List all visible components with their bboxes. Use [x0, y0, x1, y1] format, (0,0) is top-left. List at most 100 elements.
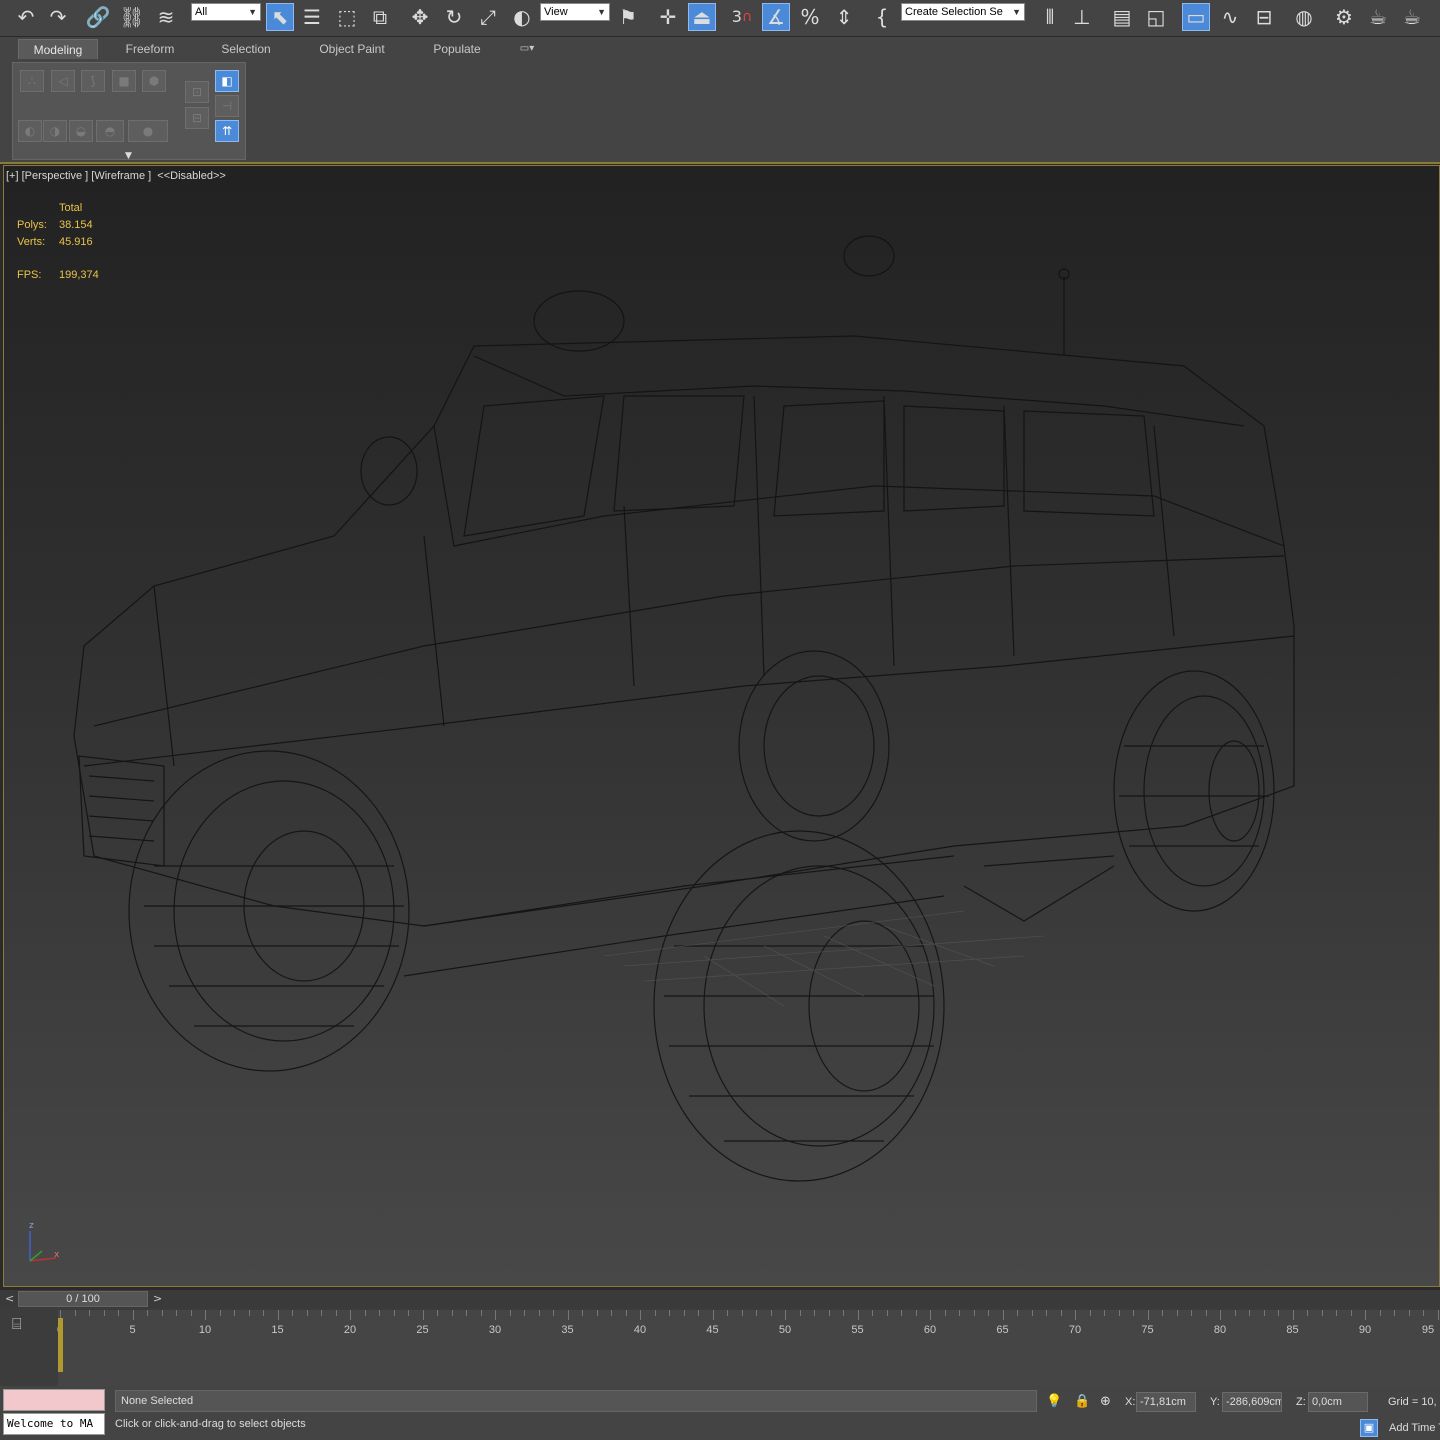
trackbar-tick — [741, 1310, 743, 1316]
detach-icon[interactable]: ◒ — [69, 120, 93, 142]
quickslice-icon[interactable]: ● — [128, 120, 168, 142]
selection-filter-dropdown[interactable]: All ▼ — [191, 3, 261, 21]
element-subobject-icon[interactable]: ⬢ — [142, 70, 166, 92]
curve-editor-icon[interactable]: ∿ — [1216, 3, 1244, 31]
tab-populate[interactable]: Populate — [420, 39, 494, 59]
trackbar-frame-number: 45 — [706, 1324, 719, 1336]
show-end-result-icon[interactable]: ◧ — [215, 70, 239, 92]
toggle-layer-explorer-icon[interactable]: ◱ — [1142, 3, 1170, 31]
percent-snap-toggle-icon[interactable]: % — [796, 3, 824, 31]
ribbon-options-icon[interactable]: ▭▾ — [512, 39, 542, 59]
toggle-scene-explorer-icon[interactable]: ▤ — [1108, 3, 1136, 31]
named-selection-set-dropdown[interactable]: Create Selection Se ▼ — [901, 3, 1025, 21]
border-subobject-icon[interactable]: ⟆ — [81, 70, 105, 92]
trackbar-frame-number: 40 — [633, 1324, 647, 1336]
select-and-place-icon[interactable]: ◐ — [508, 3, 536, 31]
isolate-selection-icon[interactable]: 💡 — [1046, 1394, 1062, 1409]
collapse-stack-icon[interactable]: ⊣ — [215, 95, 239, 117]
material-editor-icon[interactable]: ◍ — [1290, 3, 1318, 31]
vertex-subobject-icon[interactable]: ∴ — [20, 70, 44, 92]
render-setup-icon[interactable]: ⚙ — [1330, 3, 1358, 31]
ribbon-polygon-modeling-panel: ∴ ◁ ⟆ ■ ⬢ ⊡ ◧ ⊣ ⊟ ⇈ ◐ ◑ ◒ ◓ ● ▼ — [12, 62, 246, 161]
panel-expand-chevron-icon[interactable]: ▼ — [125, 151, 132, 161]
unlink-selection-icon[interactable]: ⛓ — [118, 3, 146, 31]
maxscript-welcome-text[interactable]: Welcome to MA — [3, 1413, 105, 1435]
perspective-viewport[interactable]: z x — [3, 165, 1440, 1287]
z-coordinate-field[interactable]: 0,0cm — [1308, 1392, 1368, 1412]
modify-mode-icon[interactable]: ⊡ — [185, 81, 209, 103]
redo-icon[interactable]: ↷ — [44, 3, 72, 31]
y-coordinate-field[interactable]: -286,609cm — [1222, 1392, 1282, 1412]
select-manipulate-icon[interactable]: ✛ — [654, 3, 682, 31]
trackbar-tick — [944, 1310, 946, 1316]
trackbar-tick — [306, 1310, 308, 1316]
rectangular-selection-region-icon[interactable]: ⬚ — [333, 3, 361, 31]
cap-poly-icon[interactable]: ◓ — [96, 120, 124, 142]
trackbar-tick — [263, 1310, 264, 1316]
edit-poly-mode-icon[interactable]: ⊟ — [185, 107, 209, 129]
render-production-icon[interactable]: ☕ — [1398, 3, 1426, 31]
adaptive-degradation-icon[interactable]: ▣ — [1360, 1419, 1378, 1437]
trackbar-tick — [756, 1310, 757, 1316]
time-slider-prev[interactable]: < — [5, 1292, 14, 1305]
tab-selection[interactable]: Selection — [208, 39, 284, 59]
mirror-icon[interactable]: ⫴ — [1036, 3, 1064, 31]
trackbar-tick — [335, 1310, 337, 1316]
trackbar-tick — [596, 1310, 598, 1316]
trackbar-tick — [770, 1310, 772, 1316]
selection-lock-icon[interactable]: 🔒 — [1074, 1394, 1090, 1409]
pivot-point-center-icon[interactable]: ⚑ — [614, 3, 642, 31]
trackbar-tick — [625, 1310, 627, 1316]
maxscript-listener-mini[interactable] — [3, 1389, 105, 1411]
align-icon[interactable]: ⊥ — [1068, 3, 1096, 31]
viewport-label-menu[interactable]: [+] [Perspective ] [Wireframe ] <<Disabl… — [6, 170, 226, 182]
tab-modeling[interactable]: Modeling — [18, 39, 98, 59]
trackbar-tick — [480, 1310, 482, 1316]
select-by-name-icon[interactable]: ☰ — [298, 3, 326, 31]
edit-named-selection-icon[interactable]: { — [868, 3, 896, 31]
trackbar[interactable]: 05101520253035404550556065707580859095 — [57, 1310, 1440, 1386]
trackbar-tick — [1278, 1310, 1279, 1316]
bind-to-space-warp-icon[interactable]: ≋ — [152, 3, 180, 31]
prompt-line: Click or click-and-drag to select object… — [115, 1418, 306, 1430]
curve-editor-toggle-icon[interactable]: ⌸ — [12, 1314, 22, 1334]
schematic-view-icon[interactable]: ⊟ — [1250, 3, 1278, 31]
window-crossing-icon[interactable]: ⧉ — [366, 3, 394, 31]
use-soft-selection-icon[interactable]: ⇈ — [215, 120, 239, 142]
undo-icon[interactable]: ↶ — [12, 3, 40, 31]
snaps-toggle-icon[interactable]: 3 ∩ — [728, 3, 756, 31]
rendered-frame-window-icon[interactable]: ☕ — [1364, 3, 1392, 31]
trackbar-tick — [1147, 1310, 1149, 1320]
trackbar-tick — [1133, 1310, 1134, 1316]
tab-freeform[interactable]: Freeform — [112, 39, 188, 59]
select-and-move-icon[interactable]: ✥ — [406, 3, 434, 31]
axis-x-label: x — [54, 1250, 60, 1260]
spinner-snap-toggle-icon[interactable]: ⇕ — [830, 3, 858, 31]
trackbar-tick — [640, 1310, 641, 1320]
add-time-tag[interactable]: Add Time T — [1389, 1422, 1440, 1434]
select-and-link-icon[interactable]: 🔗 — [84, 3, 112, 31]
toggle-ribbon-icon[interactable]: ▭ — [1182, 3, 1210, 31]
select-object-icon[interactable]: ⬉ — [266, 3, 294, 31]
attach-icon[interactable]: ◑ — [43, 120, 67, 142]
trackbar-frame-number: 95 — [1421, 1324, 1435, 1336]
angle-snap-toggle-icon[interactable]: ∡ — [762, 3, 790, 31]
x-coordinate-field[interactable]: -71,81cm — [1136, 1392, 1196, 1412]
reference-coordinate-value: View — [544, 6, 568, 18]
stats-polys-label: Polys: — [17, 219, 47, 231]
current-frame-marker[interactable] — [58, 1318, 63, 1372]
polygon-subobject-icon[interactable]: ■ — [112, 70, 136, 92]
trackbar-frame-number: 35 — [561, 1324, 574, 1336]
trackbar-tick — [1394, 1310, 1395, 1316]
trackbar-tick — [828, 1310, 830, 1316]
select-and-rotate-icon[interactable]: ↻ — [440, 3, 468, 31]
create-shape-icon[interactable]: ◐ — [18, 120, 42, 142]
reference-coordinate-dropdown[interactable]: View ▼ — [540, 3, 610, 21]
absolute-mode-transform-icon[interactable]: ⊕ — [1100, 1394, 1111, 1409]
keyboard-shortcut-override-icon[interactable]: ⏏ — [688, 3, 716, 31]
time-slider-thumb[interactable]: 0 / 100 — [18, 1291, 148, 1307]
edge-subobject-icon[interactable]: ◁ — [51, 70, 75, 92]
select-and-scale-icon[interactable]: ⤢ — [474, 3, 502, 31]
tab-object-paint[interactable]: Object Paint — [308, 39, 396, 59]
time-slider-next[interactable]: > — [153, 1292, 162, 1305]
